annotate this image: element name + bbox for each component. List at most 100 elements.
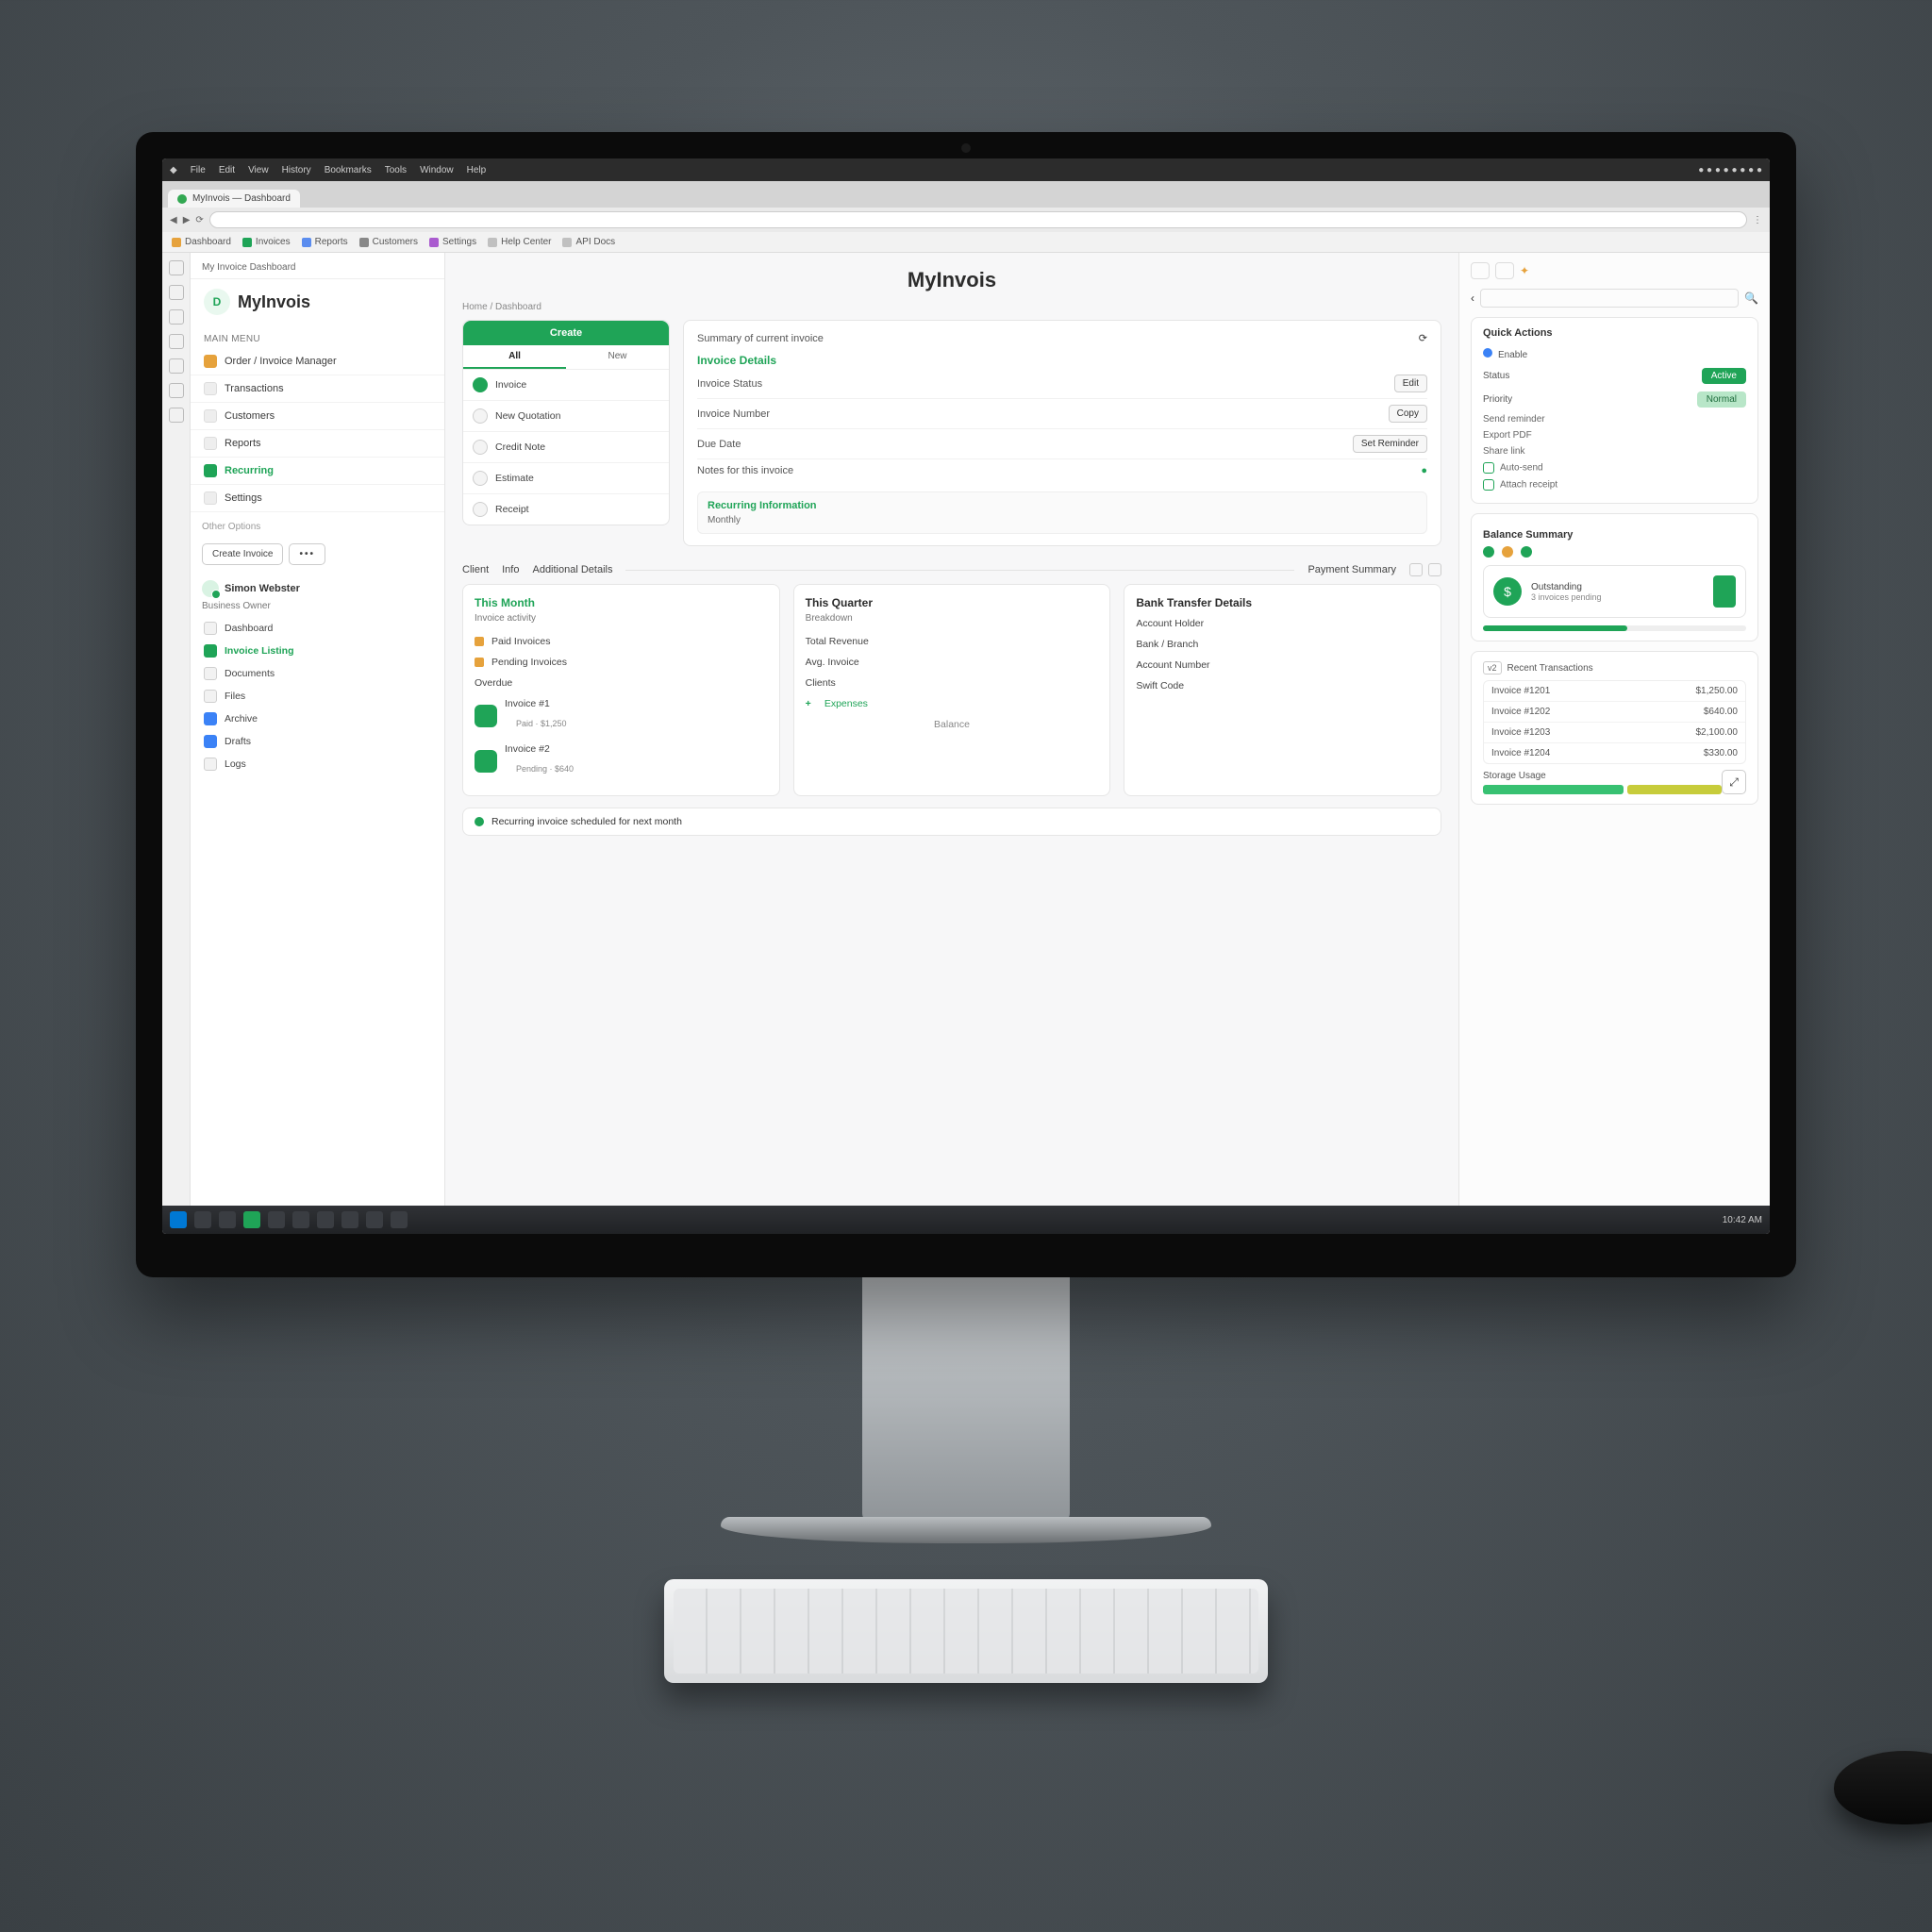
- nav-item-transactions[interactable]: Transactions: [191, 375, 444, 403]
- rail-icon[interactable]: [169, 285, 184, 300]
- table-row[interactable]: Invoice #1201$1,250.00: [1484, 681, 1745, 702]
- group-item-logs[interactable]: Logs: [202, 753, 433, 775]
- table-row[interactable]: Invoice #1203$2,100.00: [1484, 723, 1745, 743]
- row-action-button[interactable]: Edit: [1394, 375, 1427, 392]
- section-tab-summary[interactable]: Payment Summary: [1307, 564, 1396, 575]
- col-line: Swift Code: [1136, 675, 1429, 696]
- rp-mini-item[interactable]: Export PDF: [1483, 427, 1746, 443]
- bookmark-item[interactable]: Customers: [359, 237, 418, 247]
- quick-item-credit[interactable]: Credit Note: [463, 432, 669, 463]
- quick-item-quote[interactable]: New Quotation: [463, 401, 669, 432]
- group-item-archive[interactable]: Archive: [202, 708, 433, 730]
- rp-mini-item[interactable]: Send reminder: [1483, 411, 1746, 427]
- nav-item-reports[interactable]: Reports: [191, 430, 444, 458]
- rail-icon[interactable]: [169, 408, 184, 423]
- bookmark-item[interactable]: Help Center: [488, 237, 551, 247]
- nav-fwd-icon[interactable]: ▶: [183, 215, 191, 225]
- bookmark-item[interactable]: Invoices: [242, 237, 291, 247]
- bookmark-item[interactable]: Settings: [429, 237, 476, 247]
- quick-item-estimate[interactable]: Estimate: [463, 463, 669, 494]
- nav-reload-icon[interactable]: ⟳: [195, 215, 203, 225]
- menu-edit[interactable]: Edit: [219, 165, 235, 175]
- rp-mini-item[interactable]: Share link: [1483, 443, 1746, 459]
- nav-item-recurring[interactable]: Recurring: [191, 458, 444, 485]
- menu-window[interactable]: Window: [420, 165, 454, 175]
- storage-label: Storage Usage: [1483, 771, 1722, 781]
- menu-file[interactable]: File: [191, 165, 206, 175]
- nav-item-orders[interactable]: Order / Invoice Manager: [191, 348, 444, 375]
- search-icon[interactable]: 🔍: [1744, 291, 1758, 305]
- rail-icon[interactable]: [169, 334, 184, 349]
- group-item-dashboard[interactable]: Dashboard: [202, 617, 433, 640]
- taskbar-app[interactable]: [243, 1211, 260, 1228]
- search-input[interactable]: [1480, 289, 1739, 308]
- section-tab-client[interactable]: Client: [462, 564, 489, 575]
- more-button[interactable]: •••: [289, 543, 325, 565]
- rp-option[interactable]: Auto-send: [1483, 459, 1746, 476]
- group-item-files[interactable]: Files: [202, 685, 433, 708]
- rp-option[interactable]: Attach receipt: [1483, 476, 1746, 493]
- col-block[interactable]: Invoice #2Pending · $640: [475, 739, 768, 784]
- go-button[interactable]: [1713, 575, 1736, 608]
- bookmark-item[interactable]: Dashboard: [172, 237, 231, 247]
- rp-balance-block[interactable]: $ Outstanding 3 invoices pending: [1483, 565, 1746, 618]
- note-toggle-icon[interactable]: ●: [1421, 465, 1427, 476]
- url-field[interactable]: [209, 211, 1747, 228]
- rail-icon[interactable]: [169, 383, 184, 398]
- taskbar-app[interactable]: [268, 1211, 285, 1228]
- nav-item-settings[interactable]: Settings: [191, 485, 444, 512]
- nav-back-icon[interactable]: ◀: [170, 215, 177, 225]
- taskbar-app[interactable]: [317, 1211, 334, 1228]
- rail-icon[interactable]: [169, 309, 184, 325]
- nav-item-customers[interactable]: Customers: [191, 403, 444, 430]
- create-invoice-button[interactable]: Create Invoice: [202, 543, 283, 565]
- circle-icon: [473, 502, 488, 517]
- start-button[interactable]: [170, 1211, 187, 1228]
- taskbar-app[interactable]: [292, 1211, 309, 1228]
- row-action-button[interactable]: Set Reminder: [1353, 435, 1427, 453]
- bookmark-item[interactable]: API Docs: [562, 237, 615, 247]
- group-item-documents[interactable]: Documents: [202, 662, 433, 685]
- back-icon[interactable]: ‹: [1471, 291, 1474, 305]
- menu-view[interactable]: View: [248, 165, 269, 175]
- taskbar-app[interactable]: [194, 1211, 211, 1228]
- taskbar-app[interactable]: [341, 1211, 358, 1228]
- menu-history[interactable]: History: [282, 165, 311, 175]
- rp-toggle-icon[interactable]: [1471, 262, 1490, 279]
- taskbar-app[interactable]: [391, 1211, 408, 1228]
- list-icon[interactable]: [1428, 563, 1441, 576]
- grid-icon[interactable]: [1409, 563, 1423, 576]
- section-tab-info[interactable]: Info: [502, 564, 519, 575]
- radio-icon[interactable]: [1483, 348, 1492, 358]
- transactions-table: Invoice #1201$1,250.00 Invoice #1202$640…: [1483, 680, 1746, 764]
- menu-help[interactable]: Help: [467, 165, 487, 175]
- group-item-drafts[interactable]: Drafts: [202, 730, 433, 753]
- quick-tab-new[interactable]: New: [566, 345, 669, 369]
- taskbar-app[interactable]: [366, 1211, 383, 1228]
- menu-tools[interactable]: Tools: [385, 165, 407, 175]
- row-label: Invoice Number: [697, 408, 770, 420]
- quick-item-invoice[interactable]: Invoice: [463, 370, 669, 401]
- rail-icon[interactable]: [169, 358, 184, 374]
- section-tab-details[interactable]: Additional Details: [532, 564, 612, 575]
- bookmark-item[interactable]: Reports: [302, 237, 348, 247]
- quick-item-receipt[interactable]: Receipt: [463, 494, 669, 525]
- rp-toggle-icon[interactable]: [1495, 262, 1514, 279]
- menu-bookmarks[interactable]: Bookmarks: [325, 165, 372, 175]
- rail-icon[interactable]: [169, 260, 184, 275]
- row-action-button[interactable]: Copy: [1389, 405, 1427, 423]
- expand-button[interactable]: ⤢: [1722, 770, 1746, 794]
- table-row[interactable]: Invoice #1204$330.00: [1484, 743, 1745, 763]
- rp-block-title: Outstanding: [1531, 582, 1704, 592]
- quick-tab-all[interactable]: All: [463, 345, 566, 369]
- taskbar-app[interactable]: [219, 1211, 236, 1228]
- nav-menu-icon[interactable]: ⋮: [1753, 215, 1762, 225]
- panel-refresh-icon[interactable]: ⟳: [1419, 332, 1427, 344]
- arrow-icon: [473, 377, 488, 392]
- col-line: Avg. Invoice: [806, 652, 1099, 673]
- col-block[interactable]: Invoice #1Paid · $1,250: [475, 693, 768, 739]
- browser-tab[interactable]: MyInvois — Dashboard: [168, 190, 300, 208]
- table-row[interactable]: Invoice #1202$640.00: [1484, 702, 1745, 723]
- col-add-expense[interactable]: +Expenses: [806, 693, 1099, 714]
- group-item-invoices[interactable]: Invoice Listing: [202, 640, 433, 662]
